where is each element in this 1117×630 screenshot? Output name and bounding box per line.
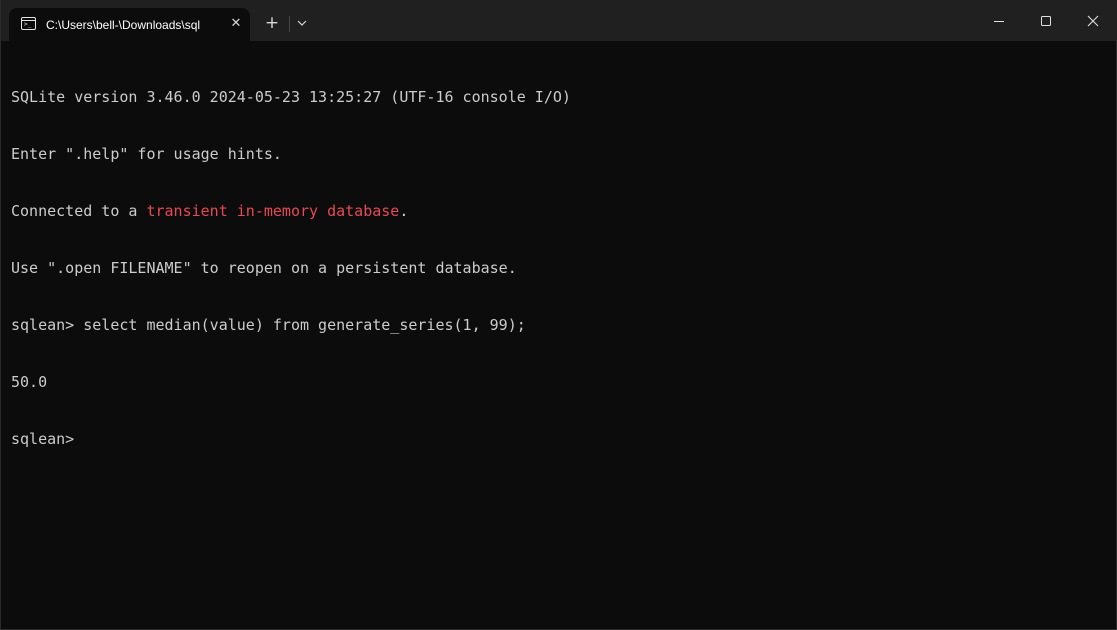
chevron-down-icon[interactable] bbox=[293, 13, 311, 33]
tab-active[interactable]: >_ C:\Users\bell-\Downloads\sql ✕ bbox=[9, 8, 250, 41]
terminal-icon: >_ bbox=[21, 17, 36, 30]
tab-divider bbox=[289, 16, 290, 32]
new-tab-button[interactable]: + bbox=[261, 12, 283, 34]
maximize-button[interactable] bbox=[1023, 0, 1069, 41]
connection-prefix: Connected to a bbox=[11, 202, 147, 220]
tab-close-icon[interactable]: ✕ bbox=[227, 15, 245, 33]
command-line: sqlean> select median(value) from genera… bbox=[11, 316, 526, 334]
connection-highlight: transient in-memory database bbox=[146, 202, 400, 220]
result-line: 50.0 bbox=[11, 373, 48, 391]
title-bar[interactable]: >_ C:\Users\bell-\Downloads\sql ✕ + bbox=[1, 0, 1117, 41]
terminal-window: >_ C:\Users\bell-\Downloads\sql ✕ + SQLi… bbox=[0, 0, 1117, 630]
open-hint-line: Use ".open FILENAME" to reopen on a pers… bbox=[11, 259, 517, 277]
tab-title: C:\Users\bell-\Downloads\sql bbox=[46, 18, 201, 32]
version-line: SQLite version 3.46.0 2024-05-23 13:25:2… bbox=[11, 88, 571, 106]
close-button[interactable] bbox=[1070, 0, 1116, 41]
current-prompt[interactable]: sqlean> bbox=[11, 430, 1111, 449]
help-hint-line: Enter ".help" for usage hints. bbox=[11, 145, 282, 163]
maximize-icon bbox=[1041, 16, 1051, 26]
terminal-output[interactable]: SQLite version 3.46.0 2024-05-23 13:25:2… bbox=[11, 50, 1111, 620]
minimize-icon bbox=[994, 21, 1004, 22]
connection-suffix: . bbox=[399, 202, 409, 220]
connection-line: Connected to a transient in-memory datab… bbox=[11, 202, 1111, 221]
close-icon bbox=[1087, 15, 1099, 27]
minimize-button[interactable] bbox=[976, 0, 1022, 41]
